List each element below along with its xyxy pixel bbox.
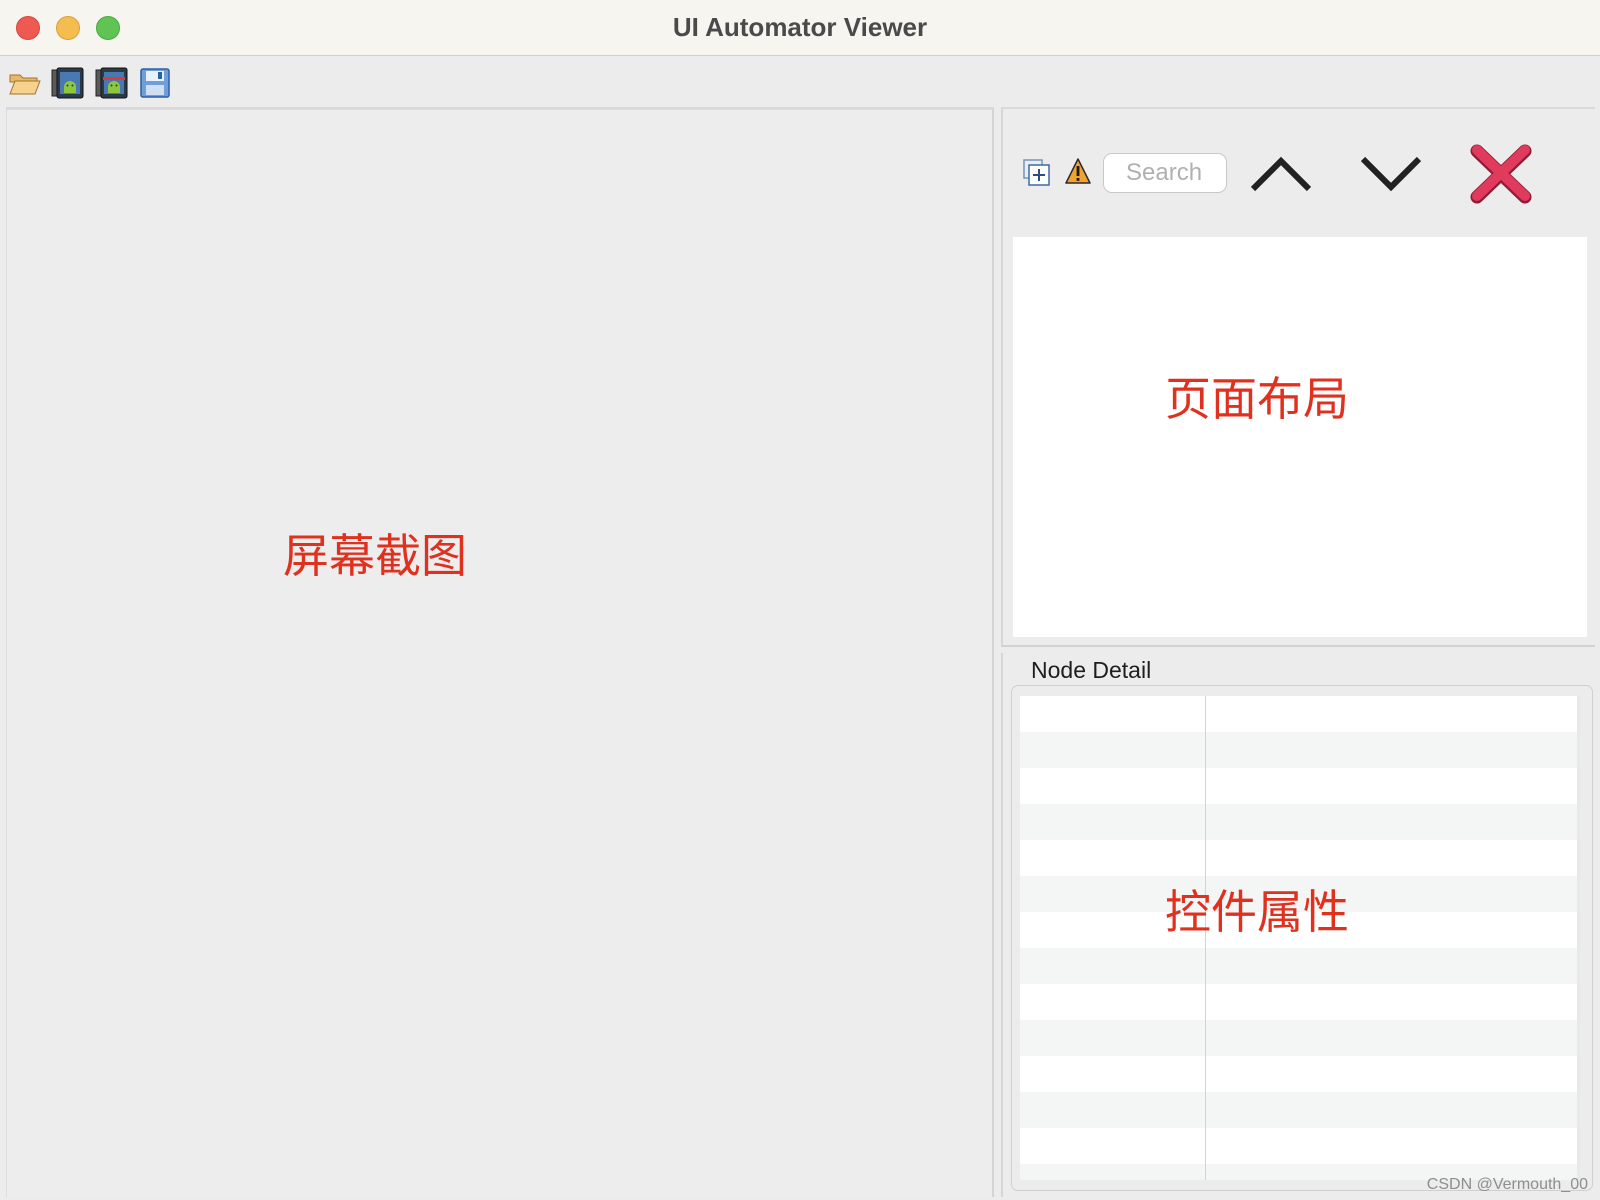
node-detail-table[interactable]: 控件属性: [1020, 696, 1580, 1180]
table-row[interactable]: [1020, 948, 1580, 984]
save-icon[interactable]: [138, 67, 172, 99]
hierarchy-tree[interactable]: 页面布局: [1013, 237, 1587, 637]
table-row[interactable]: [1020, 696, 1580, 732]
main-toolbar: [0, 57, 1600, 105]
properties-overlay-label: 控件属性: [1165, 885, 1349, 939]
chevron-up-icon[interactable]: [1249, 153, 1313, 198]
device-screenshot-icon[interactable]: [50, 67, 84, 99]
device-screenshot-compressed-icon[interactable]: [94, 67, 128, 99]
node-detail-group: 控件属性: [1011, 685, 1593, 1191]
hierarchy-panel: 页面布局: [1001, 107, 1595, 647]
table-row[interactable]: [1020, 1056, 1580, 1092]
node-detail-title: Node Detail: [1031, 657, 1152, 683]
table-row[interactable]: [1020, 1128, 1580, 1164]
table-row[interactable]: [1020, 768, 1580, 804]
table-scrollbar[interactable]: [1577, 696, 1580, 1180]
screenshot-overlay-label: 屏幕截图: [283, 529, 467, 583]
table-row[interactable]: [1020, 732, 1580, 768]
table-row[interactable]: [1020, 1092, 1580, 1128]
table-row[interactable]: [1020, 984, 1580, 1020]
app-window: UI Automator Viewer 屏幕截图 Search 页面布局 Nod…: [0, 0, 1600, 1200]
table-row[interactable]: [1020, 804, 1580, 840]
watermark: CSDN @Vermouth_00: [1426, 1176, 1588, 1193]
table-row[interactable]: [1020, 1020, 1580, 1056]
screenshot-panel[interactable]: 屏幕截图: [6, 107, 994, 1197]
open-folder-icon[interactable]: [8, 67, 42, 99]
title-bar: UI Automator Viewer: [0, 0, 1600, 56]
search-input[interactable]: [1103, 153, 1227, 193]
warning-icon[interactable]: [1065, 157, 1091, 190]
chevron-down-icon[interactable]: [1359, 153, 1423, 198]
expand-all-icon[interactable]: [1023, 159, 1051, 192]
close-icon[interactable]: [1469, 143, 1533, 210]
hierarchy-overlay-label: 页面布局: [1165, 372, 1349, 426]
window-title: UI Automator Viewer: [672, 12, 928, 42]
table-row[interactable]: [1020, 840, 1580, 876]
node-detail-panel: Node Detail 控件属性: [1001, 653, 1595, 1197]
